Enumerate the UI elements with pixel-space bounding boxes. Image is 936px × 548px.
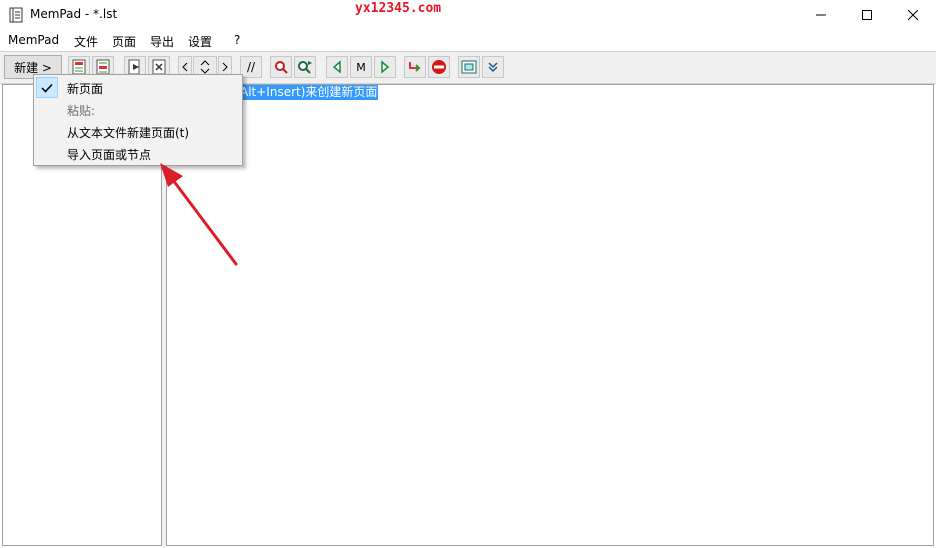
menu-item-label: 导入页面或节点 [67, 148, 152, 162]
search-next-button[interactable] [294, 56, 316, 78]
watermark: yx12345.com [355, 1, 442, 16]
triangle-right-icon [381, 60, 390, 74]
insert-page-after-icon [96, 59, 110, 75]
minimize-icon [816, 14, 826, 16]
window-button[interactable] [458, 56, 480, 78]
back-button[interactable] [326, 56, 348, 78]
mark-button[interactable]: M [350, 56, 372, 78]
editor-area[interactable] [166, 84, 934, 546]
menu-mempad[interactable]: MemPad [8, 33, 59, 47]
delete-page-icon [152, 59, 166, 75]
maximize-button[interactable] [844, 0, 890, 30]
menu-item-new-from-text-file[interactable]: 从文本文件新建页面(t) [34, 120, 242, 142]
maximize-icon [862, 10, 872, 20]
menu-item-new-page[interactable]: 新页面 [34, 76, 242, 98]
chevron-right-icon [222, 62, 228, 72]
menu-help[interactable]: ? [234, 33, 240, 47]
menu-item-label: 新页面 [67, 82, 104, 96]
chevron-left-icon [182, 62, 188, 72]
menu-item-paste: 粘贴: [34, 98, 242, 120]
stop-button[interactable] [428, 56, 450, 78]
chevron-up-down-icon [200, 60, 210, 74]
more-button[interactable] [482, 56, 504, 78]
forward-button[interactable] [374, 56, 396, 78]
menu-bar: MemPad 文件 页面 导出 设置 ? [0, 30, 936, 50]
close-button[interactable] [890, 0, 936, 30]
check-icon [36, 77, 58, 98]
menu-file[interactable]: 文件 [74, 33, 98, 50]
menu-page[interactable]: 页面 [112, 33, 136, 50]
title-bar: MemPad - *.lst yx12345.com [0, 0, 936, 30]
menu-settings[interactable]: 设置 [188, 33, 212, 50]
new-menu-popup: 新页面 粘贴: 从文本文件新建页面(t) 导入页面或节点 [33, 74, 243, 166]
menu-item-label: 粘贴: [67, 104, 96, 118]
insert-page-before-icon [72, 59, 86, 75]
close-icon [908, 10, 918, 20]
triangle-left-icon [332, 60, 341, 74]
selected-hint-text: Alt+Insert)来创建新页面 [239, 85, 379, 100]
window-title: MemPad - *.lst [30, 7, 118, 21]
window-icon [461, 60, 477, 74]
minimize-button[interactable] [798, 0, 844, 30]
menu-item-import-pages[interactable]: 导入页面或节点 [34, 142, 242, 164]
menu-export[interactable]: 导出 [150, 33, 174, 50]
undo-button[interactable] [404, 56, 426, 78]
comment-button[interactable]: // [240, 56, 262, 78]
stop-icon [432, 60, 446, 74]
search-icon [275, 61, 288, 74]
notebook-icon [9, 7, 23, 23]
search-button[interactable] [270, 56, 292, 78]
search-next-icon [298, 61, 312, 74]
menu-item-label: 从文本文件新建页面(t) [67, 126, 190, 140]
undo-arrows-icon [409, 62, 421, 72]
double-chevron-down-icon [488, 62, 498, 73]
page-arrow-icon [128, 59, 140, 75]
